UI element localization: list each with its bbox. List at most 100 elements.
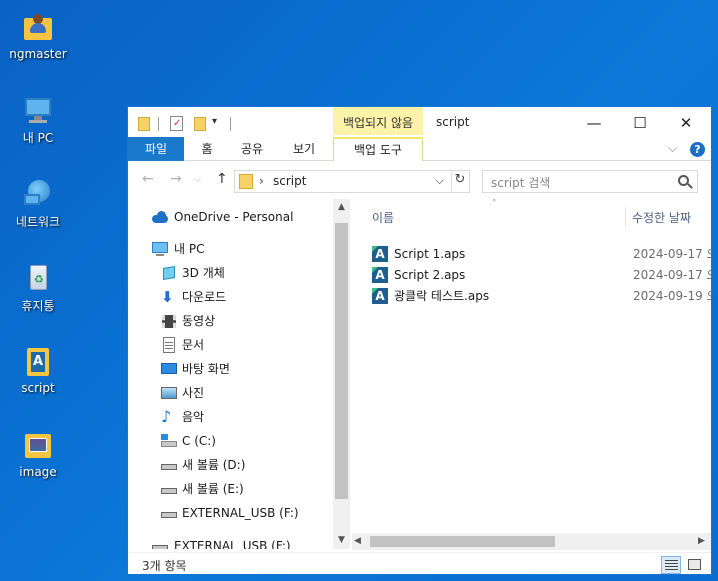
- drive-c-icon: [161, 433, 177, 449]
- up-icon[interactable]: ↑: [216, 171, 228, 187]
- quick-access-toolbar: ✓ ▾: [138, 115, 248, 133]
- navigation-pane: OneDrive - Personal 내 PC 3D 개체 ⬇ 다운로드 동영…: [128, 199, 352, 549]
- scroll-right-icon[interactable]: ▶: [698, 533, 705, 550]
- minimize-button[interactable]: —: [571, 107, 617, 139]
- nav-label: C (C:): [182, 434, 216, 448]
- explorer-window: ✓ ▾ 백업되지 않음 script — ☐ ✕ 파일 홈 공유 보기 백업 도…: [127, 106, 712, 575]
- file-date: 2024-09-17 오: [633, 247, 712, 261]
- folder-icon: [239, 174, 253, 189]
- desktop-icon-recycle-bin[interactable]: ♻ 휴지통: [6, 262, 70, 314]
- video-icon: [161, 313, 177, 329]
- nav-label: 새 볼륨 (E:): [182, 482, 244, 496]
- file-name: 광클락 테스트.aps: [394, 289, 490, 303]
- desktop-icon-label: 휴지통: [21, 299, 55, 313]
- divider: [230, 117, 231, 131]
- expand-ribbon-icon[interactable]: ⌵: [668, 141, 677, 156]
- file-date: 2024-09-19 오: [633, 289, 712, 303]
- desktop-icon: [161, 361, 177, 377]
- divider: [158, 117, 159, 131]
- status-bar: 3개 항목: [128, 552, 711, 574]
- desktop-icon-label: image: [19, 465, 57, 479]
- scroll-left-icon[interactable]: ◀: [354, 533, 361, 550]
- back-icon[interactable]: ←: [142, 171, 154, 187]
- cloud-icon: [152, 209, 168, 225]
- nav-label: EXTERNAL_USB (F:): [182, 506, 299, 520]
- breadcrumb-separator: ›: [259, 174, 264, 188]
- scroll-thumb[interactable]: [335, 223, 348, 499]
- file-name: Script 2.aps: [394, 268, 466, 282]
- aps-file-icon: A: [372, 267, 388, 283]
- large-icons-view-icon[interactable]: [685, 556, 705, 574]
- search-icon-handle: [687, 183, 693, 189]
- recent-locations-icon[interactable]: ⌵: [194, 175, 201, 185]
- nav-label: 새 볼륨 (D:): [182, 458, 246, 472]
- title-bar: ✓ ▾ 백업되지 않음 script — ☐ ✕: [128, 107, 711, 139]
- usb-drive-icon: [152, 538, 168, 549]
- file-date: 2024-09-17 오: [633, 268, 712, 282]
- new-folder-icon[interactable]: [194, 117, 206, 131]
- pictures-icon: [161, 385, 177, 401]
- desktop-icon-image[interactable]: image: [6, 430, 70, 479]
- drive-icon: [161, 481, 177, 497]
- sort-indicator-icon: ˄: [492, 199, 497, 209]
- window-title: script: [436, 115, 470, 129]
- download-icon: ⬇: [161, 288, 174, 306]
- close-button[interactable]: ✕: [663, 107, 709, 139]
- refresh-icon[interactable]: ↻: [451, 172, 468, 191]
- desktop-icon-ngmaster[interactable]: ngmaster: [6, 12, 70, 61]
- desktop-icon-this-pc[interactable]: 내 PC: [6, 94, 70, 146]
- item-count: 3개 항목: [142, 559, 187, 573]
- ribbon-tabs: 파일 홈 공유 보기 백업 도구 ⌵ ?: [128, 137, 711, 161]
- properties-icon[interactable]: ✓: [170, 116, 183, 131]
- desktop-icon-script[interactable]: A script: [6, 346, 70, 395]
- desktop-icon-label: script: [21, 381, 55, 395]
- nav-scrollbar[interactable]: ▲ ▼: [333, 199, 350, 549]
- forward-icon[interactable]: →: [170, 171, 182, 187]
- nav-label: 바탕 화면: [182, 362, 230, 376]
- column-header-date[interactable]: 수정한 날짜: [632, 209, 691, 226]
- content-hscrollbar[interactable]: ◀ ▶: [352, 533, 711, 550]
- maximize-button[interactable]: ☐: [617, 107, 663, 139]
- file-row[interactable]: A Script 1.aps 2024-09-17 오: [366, 244, 712, 264]
- 3d-objects-icon: [161, 265, 177, 281]
- address-dropdown-icon[interactable]: ⌵: [435, 173, 444, 188]
- nav-label: 음악: [182, 410, 205, 424]
- tab-share[interactable]: 공유: [232, 137, 272, 161]
- breadcrumb-script[interactable]: script: [273, 174, 306, 188]
- recycle-bin-icon: ♻: [22, 262, 54, 294]
- nav-label: 문서: [182, 338, 205, 352]
- drive-icon: [161, 457, 177, 473]
- network-icon: [22, 178, 54, 210]
- music-icon: ♪: [161, 407, 172, 426]
- customize-quick-access-icon[interactable]: ▾: [212, 116, 217, 127]
- tab-view[interactable]: 보기: [284, 137, 324, 161]
- nav-label: OneDrive - Personal: [174, 210, 294, 224]
- file-list: ˄ 이름 수정한 날짜 A Script 1.aps 2024-09-17 오 …: [352, 199, 712, 549]
- help-icon[interactable]: ?: [690, 142, 705, 157]
- file-name: Script 1.aps: [394, 247, 466, 261]
- scroll-up-icon[interactable]: ▲: [333, 199, 350, 216]
- details-view-icon[interactable]: [661, 556, 681, 574]
- nav-label: 내 PC: [174, 242, 205, 256]
- nav-label: EXTERNAL_USB (F:): [174, 539, 291, 549]
- file-row[interactable]: A Script 2.aps 2024-09-17 오: [366, 265, 712, 285]
- column-header-name[interactable]: 이름: [372, 209, 394, 226]
- aps-file-icon: A: [372, 288, 388, 304]
- folder-icon[interactable]: [138, 117, 150, 131]
- computer-icon: [22, 94, 54, 126]
- search-input[interactable]: script 검색: [482, 170, 698, 193]
- scroll-thumb[interactable]: [370, 536, 555, 547]
- tab-file[interactable]: 파일: [128, 137, 184, 161]
- user-folder-icon: [22, 12, 54, 44]
- tab-backup-tools[interactable]: 백업 도구: [333, 137, 423, 161]
- drive-icon: [161, 505, 177, 521]
- tab-home[interactable]: 홈: [192, 137, 222, 161]
- context-tab-header: 백업되지 않음: [333, 107, 423, 135]
- column-divider: [625, 207, 626, 227]
- address-bar[interactable]: › script ⌵ ↻: [234, 170, 470, 193]
- desktop-icon-network[interactable]: 네트워크: [6, 178, 70, 230]
- scroll-down-icon[interactable]: ▼: [333, 532, 350, 549]
- desktop-icon-label: 네트워크: [15, 215, 61, 229]
- file-row[interactable]: A 광클락 테스트.aps 2024-09-19 오: [366, 286, 712, 306]
- nav-label: 다운로드: [182, 290, 227, 304]
